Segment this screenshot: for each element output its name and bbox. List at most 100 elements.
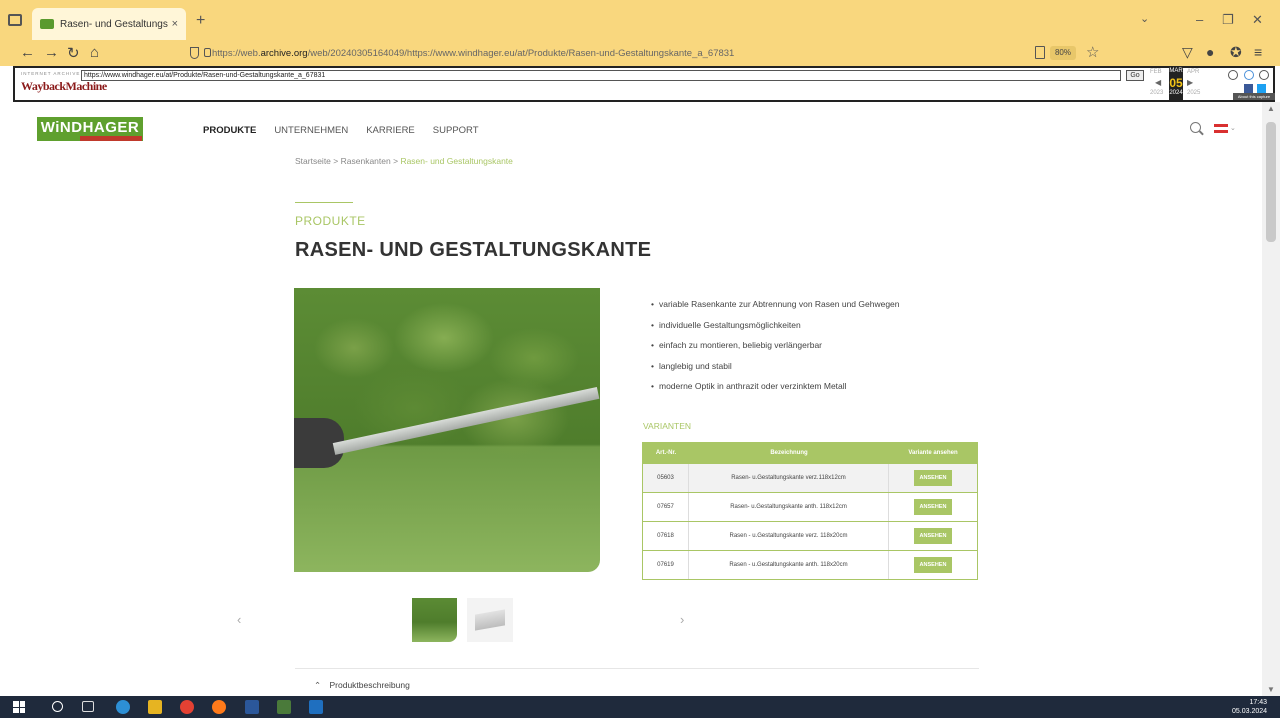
outlook-icon[interactable] [309,700,323,714]
help-icon[interactable] [1244,70,1254,80]
app-icon[interactable] [277,700,291,714]
prev-month-label[interactable]: FEB [1150,69,1162,75]
nav-item-produkte[interactable]: PRODUKTE [203,125,256,136]
name-cell: Rasen - u.Gestaltungskante verz. 118x20c… [689,522,889,550]
browser-nav-bar: ← → ↻ ⌂ https://web.archive.org/web/2024… [0,40,1280,66]
scroll-thumb[interactable] [1266,122,1276,242]
page-scrollbar[interactable]: ▲ ▼ [1262,102,1280,696]
table-header: Art.-Nr. Bezeichnung Variante ansehen [643,443,977,463]
firefox-icon[interactable] [212,700,226,714]
facebook-icon[interactable] [1244,84,1253,93]
extensions-icon[interactable]: ✪ [1230,44,1242,61]
close-window-icon[interactable]: ✕ [1252,12,1263,28]
description-accordion[interactable]: ⌃ Produktbeschreibung [314,680,410,691]
feature-item: variable Rasenkante zur Abtrennung von R… [651,299,900,320]
wayback-go-button[interactable]: Go [1126,70,1144,81]
tab-title: Rasen- und Gestaltungskante | [60,18,168,30]
back-arrow-icon[interactable]: ← [20,44,35,61]
nav-item-karriere[interactable]: KARRIERE [366,125,415,136]
wayback-logo[interactable]: WaybackMachine [21,79,107,94]
account-icon[interactable]: ● [1206,44,1214,60]
chevron-down-icon[interactable]: ⌄ [1230,124,1236,132]
ansehen-button[interactable]: ANSEHEN [914,470,952,486]
pocket-icon[interactable]: ▽ [1182,44,1193,61]
gallery-prev-icon[interactable]: ‹ [237,612,241,627]
home-icon[interactable]: ⌂ [90,44,99,61]
internet-archive-label: INTERNET ARCHIVE [21,71,81,76]
action-cell: ANSEHEN [889,522,977,550]
ansehen-button[interactable]: ANSEHEN [914,499,952,515]
breadcrumb: Startseite > Rasenkanten > Rasen- und Ge… [295,156,513,166]
twitter-icon[interactable] [1257,84,1266,93]
scroll-down-icon[interactable]: ▼ [1267,685,1275,694]
page-content: WiNDHAGER PRODUKTE UNTERNEHMEN KARRIERE … [0,102,1262,696]
minimize-icon[interactable]: – [1196,12,1203,27]
reader-view-icon[interactable] [1035,46,1045,59]
art-nr-cell: 07619 [643,551,689,579]
gallery-thumbnail[interactable] [412,598,457,642]
ansehen-button[interactable]: ANSEHEN [914,557,952,573]
word-icon[interactable] [245,700,259,714]
next-year-label: 2025 [1187,90,1201,96]
breadcrumb-current: Rasen- und Gestaltungskante [400,156,513,166]
art-nr-cell: 07657 [643,493,689,521]
table-row: 07618 Rasen - u.Gestaltungskante verz. 1… [643,521,977,550]
browser-tab[interactable]: Rasen- und Gestaltungskante | × [32,8,186,40]
user-icon[interactable] [1228,70,1238,80]
breadcrumb-home[interactable]: Startseite [295,156,331,166]
table-row: 07619 Rasen - u.Gestaltungskante anth. 1… [643,550,977,579]
variants-table: Art.-Nr. Bezeichnung Variante ansehen 05… [642,442,978,580]
new-tab-button[interactable]: + [196,12,205,30]
nav-item-unternehmen[interactable]: UNTERNEHMEN [274,125,348,136]
system-clock[interactable]: 17:43 05.03.2024 [1232,698,1267,716]
title-divider [295,202,353,203]
forward-arrow-icon[interactable]: → [44,44,59,61]
action-cell: ANSEHEN [889,464,977,492]
current-year-label: 2024 [1169,90,1183,96]
windows-taskbar: 17:43 05.03.2024 [0,696,1280,718]
next-month-label[interactable]: APR [1187,69,1199,75]
address-bar[interactable]: https://web.archive.org/web/202403051640… [190,43,1100,63]
austria-flag-icon[interactable] [1214,124,1228,133]
file-explorer-icon[interactable] [148,700,162,714]
column-header-name: Bezeichnung [770,450,808,456]
maximize-icon[interactable]: ❐ [1222,12,1234,28]
gallery-next-icon[interactable]: › [680,612,684,627]
gallery-thumbnail[interactable] [467,598,513,642]
next-capture-icon[interactable]: ▶ [1187,78,1193,87]
prev-year-label: 2023 [1150,90,1164,96]
wayback-url-input[interactable]: https://www.windhager.eu/at/Produkte/Ras… [81,70,1121,81]
feature-list: variable Rasenkante zur Abtrennung von R… [651,299,900,402]
feature-item: individuelle Gestaltungsmöglichkeiten [651,320,900,341]
ansehen-button[interactable]: ANSEHEN [914,528,952,544]
chevron-down-icon[interactable]: ⌄ [1140,12,1149,25]
bookmark-star-icon[interactable]: ☆ [1086,43,1099,61]
zoom-level[interactable]: 80% [1050,46,1076,60]
clock-time: 17:43 [1249,699,1268,706]
product-image[interactable] [294,288,600,572]
url-text: https://web.archive.org/web/202403051640… [212,47,735,59]
search-icon[interactable] [1190,122,1201,133]
name-cell: Rasen- u.Gestaltungskante verz.118x12cm [689,464,889,492]
action-cell: ANSEHEN [889,551,977,579]
scroll-up-icon[interactable]: ▲ [1267,104,1275,113]
search-icon[interactable] [52,701,63,712]
column-header-action: Variante ansehen [908,450,958,456]
clock-date: 05.03.2024 [1232,708,1268,715]
tab-list-icon[interactable] [8,14,22,26]
menu-icon[interactable]: ≡ [1254,44,1262,60]
chrome-icon[interactable] [180,700,194,714]
table-row: 05603 Rasen- u.Gestaltungskante verz.118… [643,463,977,492]
about-capture-button[interactable]: About this capture [1233,93,1275,100]
prev-capture-icon[interactable]: ◀ [1155,78,1161,87]
windows-start-icon[interactable] [13,701,25,713]
windhager-favicon-icon [40,19,54,29]
close-toolbar-icon[interactable] [1259,70,1269,80]
reload-icon[interactable]: ↻ [67,44,80,62]
edge-icon[interactable] [116,700,130,714]
tab-close-icon[interactable]: × [172,18,178,30]
breadcrumb-category[interactable]: Rasenkanten [341,156,391,166]
main-navigation: PRODUKTE UNTERNEHMEN KARRIERE SUPPORT [203,125,479,136]
task-view-icon[interactable] [82,701,94,712]
nav-item-support[interactable]: SUPPORT [433,125,479,136]
